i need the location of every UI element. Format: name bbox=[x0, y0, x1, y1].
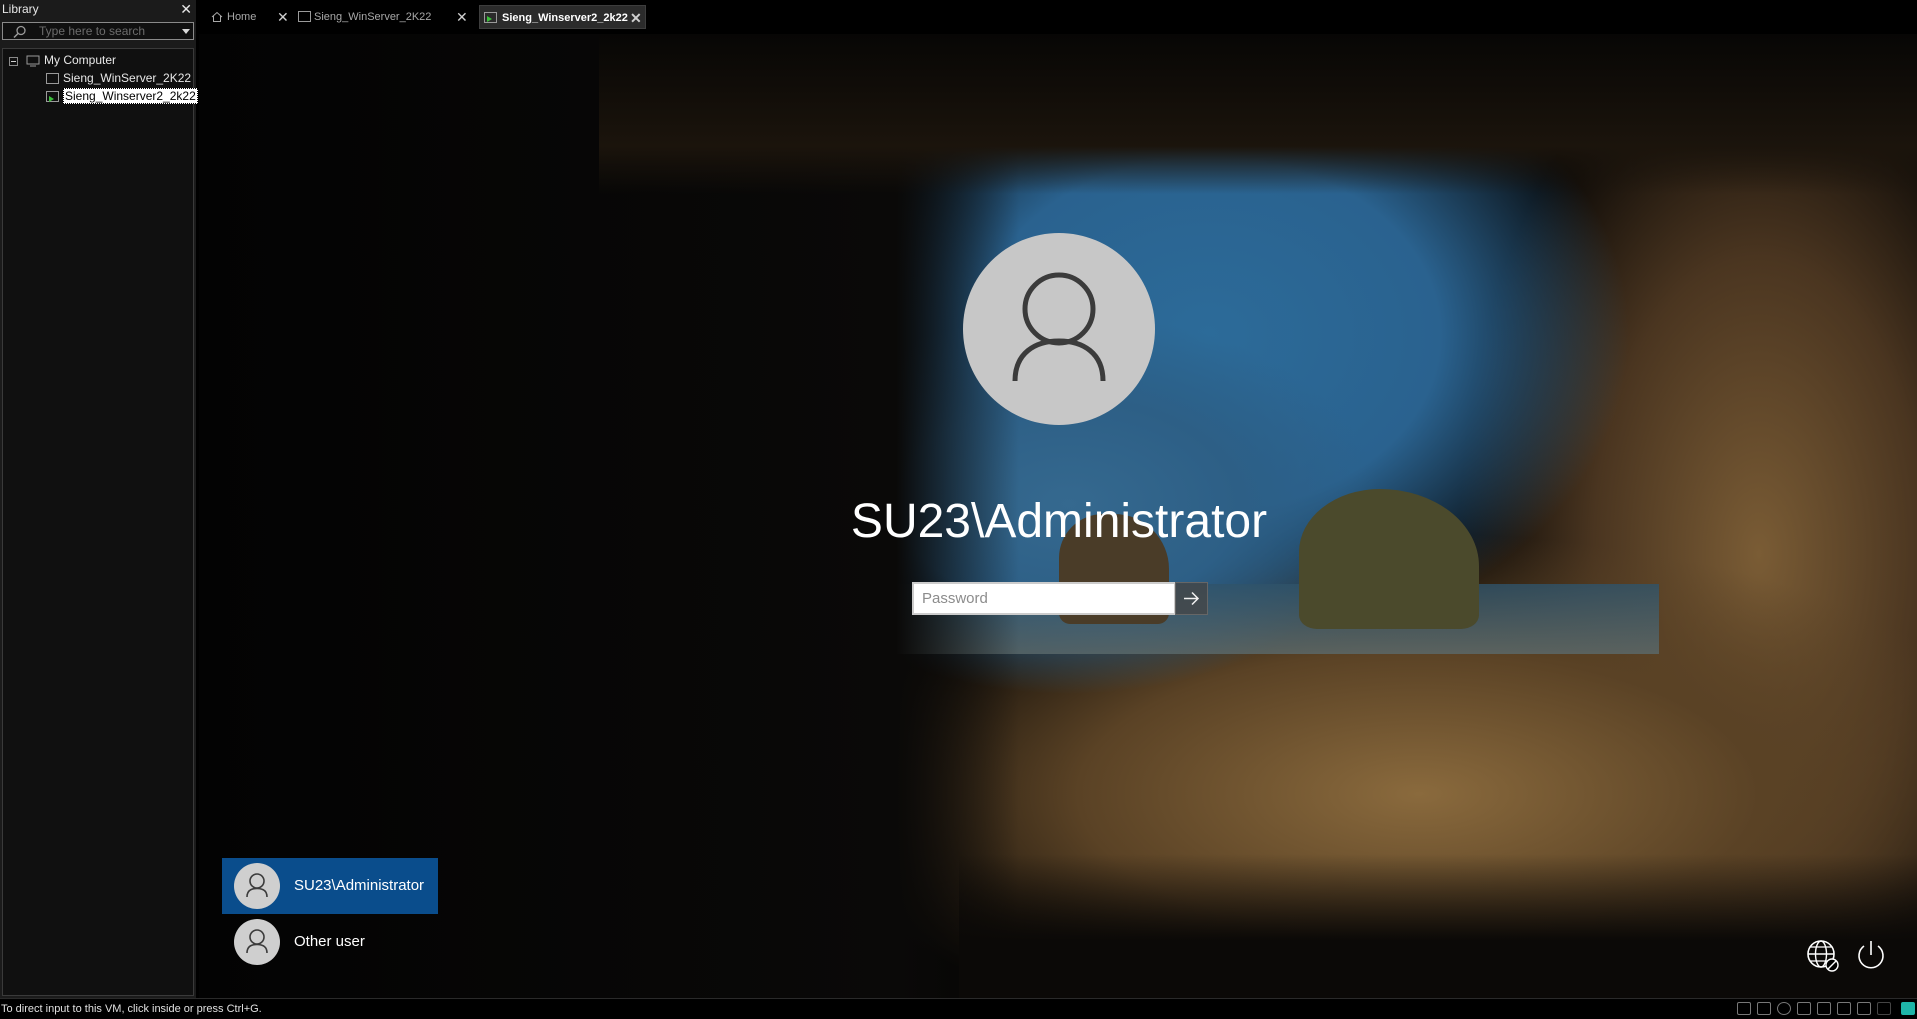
tab-sieng-winserver2-2k22[interactable]: Sieng_Winserver2_2k22 ✕ bbox=[479, 5, 646, 29]
power-icon[interactable] bbox=[1853, 937, 1889, 973]
vm-running-icon bbox=[46, 91, 59, 103]
background-cave-roof bbox=[599, 34, 1917, 194]
home-icon bbox=[211, 11, 223, 22]
status-bar: To direct input to this VM, click inside… bbox=[0, 998, 1917, 1019]
hard-disk-icon[interactable] bbox=[1737, 1002, 1751, 1015]
library-header: Library ✕ bbox=[0, 0, 196, 19]
search-icon bbox=[13, 25, 26, 39]
tree-item-vm-1[interactable]: Sieng_WinServer_2K22 bbox=[46, 70, 191, 86]
tab-label: Sieng_Winserver2_2k22 bbox=[502, 12, 628, 24]
user-icon bbox=[246, 873, 268, 898]
vm-icon bbox=[46, 73, 59, 85]
search-placeholder: Type here to search bbox=[39, 24, 146, 38]
user-list-label: Other user bbox=[294, 933, 365, 950]
message-log-icon[interactable] bbox=[1901, 1002, 1915, 1015]
chevron-down-icon[interactable] bbox=[182, 29, 190, 34]
display-icon[interactable] bbox=[1877, 1002, 1891, 1015]
tab-label: Sieng_WinServer_2K22 bbox=[314, 11, 432, 23]
cd-dvd-icon[interactable] bbox=[1777, 1002, 1791, 1015]
vm-running-icon bbox=[484, 12, 497, 23]
tab-sieng-winserver-2k22[interactable]: Sieng_WinServer_2K22 ✕ bbox=[296, 5, 476, 29]
tab-bar: Home ✕ Sieng_WinServer_2K22 ✕ Sieng_Wins… bbox=[200, 0, 1917, 34]
tree-collapse-icon[interactable] bbox=[9, 57, 18, 66]
tree-item-label: My Computer bbox=[44, 53, 117, 67]
tree-item-label: Sieng_WinServer_2K22 bbox=[63, 71, 192, 85]
user-icon bbox=[246, 929, 268, 954]
user-avatar-small bbox=[234, 863, 280, 909]
tab-home[interactable]: Home ✕ bbox=[209, 5, 289, 29]
library-panel: Library ✕ Type here to search My Compute… bbox=[0, 0, 198, 998]
hard-disk-icon[interactable] bbox=[1757, 1002, 1771, 1015]
arrow-right-icon bbox=[1184, 591, 1200, 606]
network-adapter-icon[interactable] bbox=[1797, 1002, 1811, 1015]
vm-icon bbox=[298, 11, 311, 22]
user-list-item-administrator[interactable]: SU23\Administrator bbox=[222, 858, 438, 914]
close-icon[interactable]: ✕ bbox=[630, 6, 642, 30]
library-tree bbox=[2, 48, 194, 996]
close-icon[interactable]: ✕ bbox=[456, 5, 468, 29]
submit-button[interactable] bbox=[1175, 582, 1208, 615]
user-avatar bbox=[963, 233, 1155, 425]
user-list-item-other-user[interactable]: Other user bbox=[222, 914, 438, 970]
tree-item-vm-2[interactable]: Sieng_Winserver2_2k22 bbox=[46, 88, 198, 104]
network-icon[interactable] bbox=[1805, 937, 1841, 973]
status-hint: To direct input to this VM, click inside… bbox=[1, 1003, 262, 1015]
vm-console[interactable]: SU23\Administrator SU23\Administrator Ot… bbox=[199, 34, 1917, 998]
user-avatar-small bbox=[234, 919, 280, 965]
tree-item-label: Sieng_Winserver2_2k22 bbox=[63, 88, 198, 104]
library-search-input[interactable]: Type here to search bbox=[2, 22, 194, 40]
password-field[interactable] bbox=[912, 582, 1176, 615]
close-icon[interactable]: ✕ bbox=[180, 0, 192, 19]
device-status-icons bbox=[1737, 1002, 1917, 1016]
library-title: Library bbox=[2, 2, 39, 16]
user-list-label: SU23\Administrator bbox=[294, 877, 425, 894]
tab-label: Home bbox=[227, 11, 257, 23]
tree-item-my-computer[interactable]: My Computer bbox=[26, 52, 116, 68]
sound-icon[interactable] bbox=[1857, 1002, 1871, 1015]
password-input[interactable] bbox=[914, 584, 1174, 613]
printer-icon[interactable] bbox=[1837, 1002, 1851, 1015]
login-username: SU23\Administrator bbox=[850, 495, 1268, 548]
computer-icon bbox=[26, 55, 40, 67]
close-icon[interactable]: ✕ bbox=[277, 5, 289, 29]
background-shadow bbox=[959, 854, 1917, 998]
user-icon bbox=[1012, 272, 1106, 382]
usb-icon[interactable] bbox=[1817, 1002, 1831, 1015]
